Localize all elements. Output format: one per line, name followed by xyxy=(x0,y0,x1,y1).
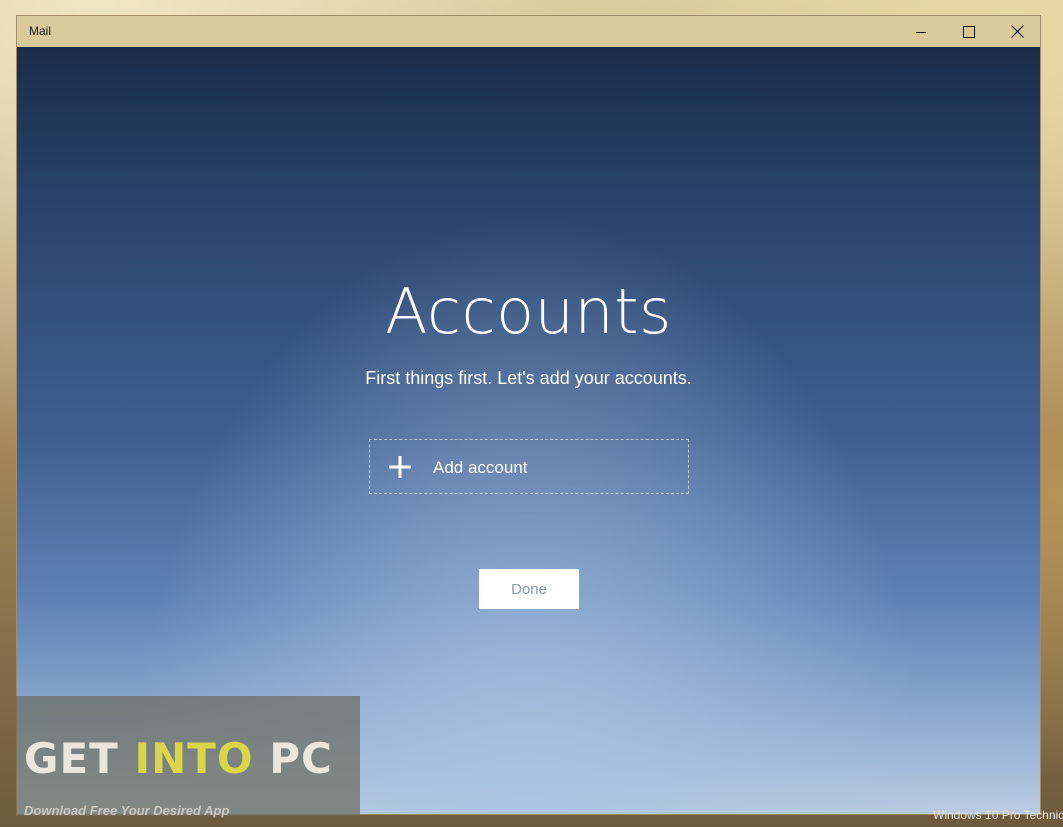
window-title: Mail xyxy=(29,24,52,38)
close-button[interactable] xyxy=(993,16,1040,47)
maximize-icon xyxy=(963,25,975,38)
title-bar[interactable]: Mail xyxy=(17,16,1040,47)
maximize-button[interactable] xyxy=(945,16,993,47)
close-icon xyxy=(1010,25,1024,38)
minimize-button[interactable] xyxy=(897,16,945,47)
desktop-corner-text: Windows 10 Pro Technic xyxy=(933,808,1063,822)
add-account-label: Add account xyxy=(433,458,528,477)
watermark-tagline: Download Free Your Desired App xyxy=(24,803,230,818)
done-button[interactable]: Done xyxy=(479,569,579,609)
mail-window: Mail Accounts First things first. Let's … xyxy=(16,15,1041,815)
page-title: Accounts xyxy=(385,275,672,348)
add-account-button[interactable]: Add account xyxy=(369,439,689,494)
minimize-icon xyxy=(916,31,926,33)
watermark-logo-part1: GET xyxy=(24,734,135,783)
page-subtitle: First things first. Let's add your accou… xyxy=(365,368,692,388)
watermark-overlay: GET INTO PC Download Free Your Desired A… xyxy=(16,696,360,818)
watermark-logo-part3: PC xyxy=(253,734,333,783)
plus-icon xyxy=(389,456,411,478)
watermark-logo: GET INTO PC xyxy=(24,734,333,783)
watermark-logo-part2: INTO xyxy=(134,734,254,783)
